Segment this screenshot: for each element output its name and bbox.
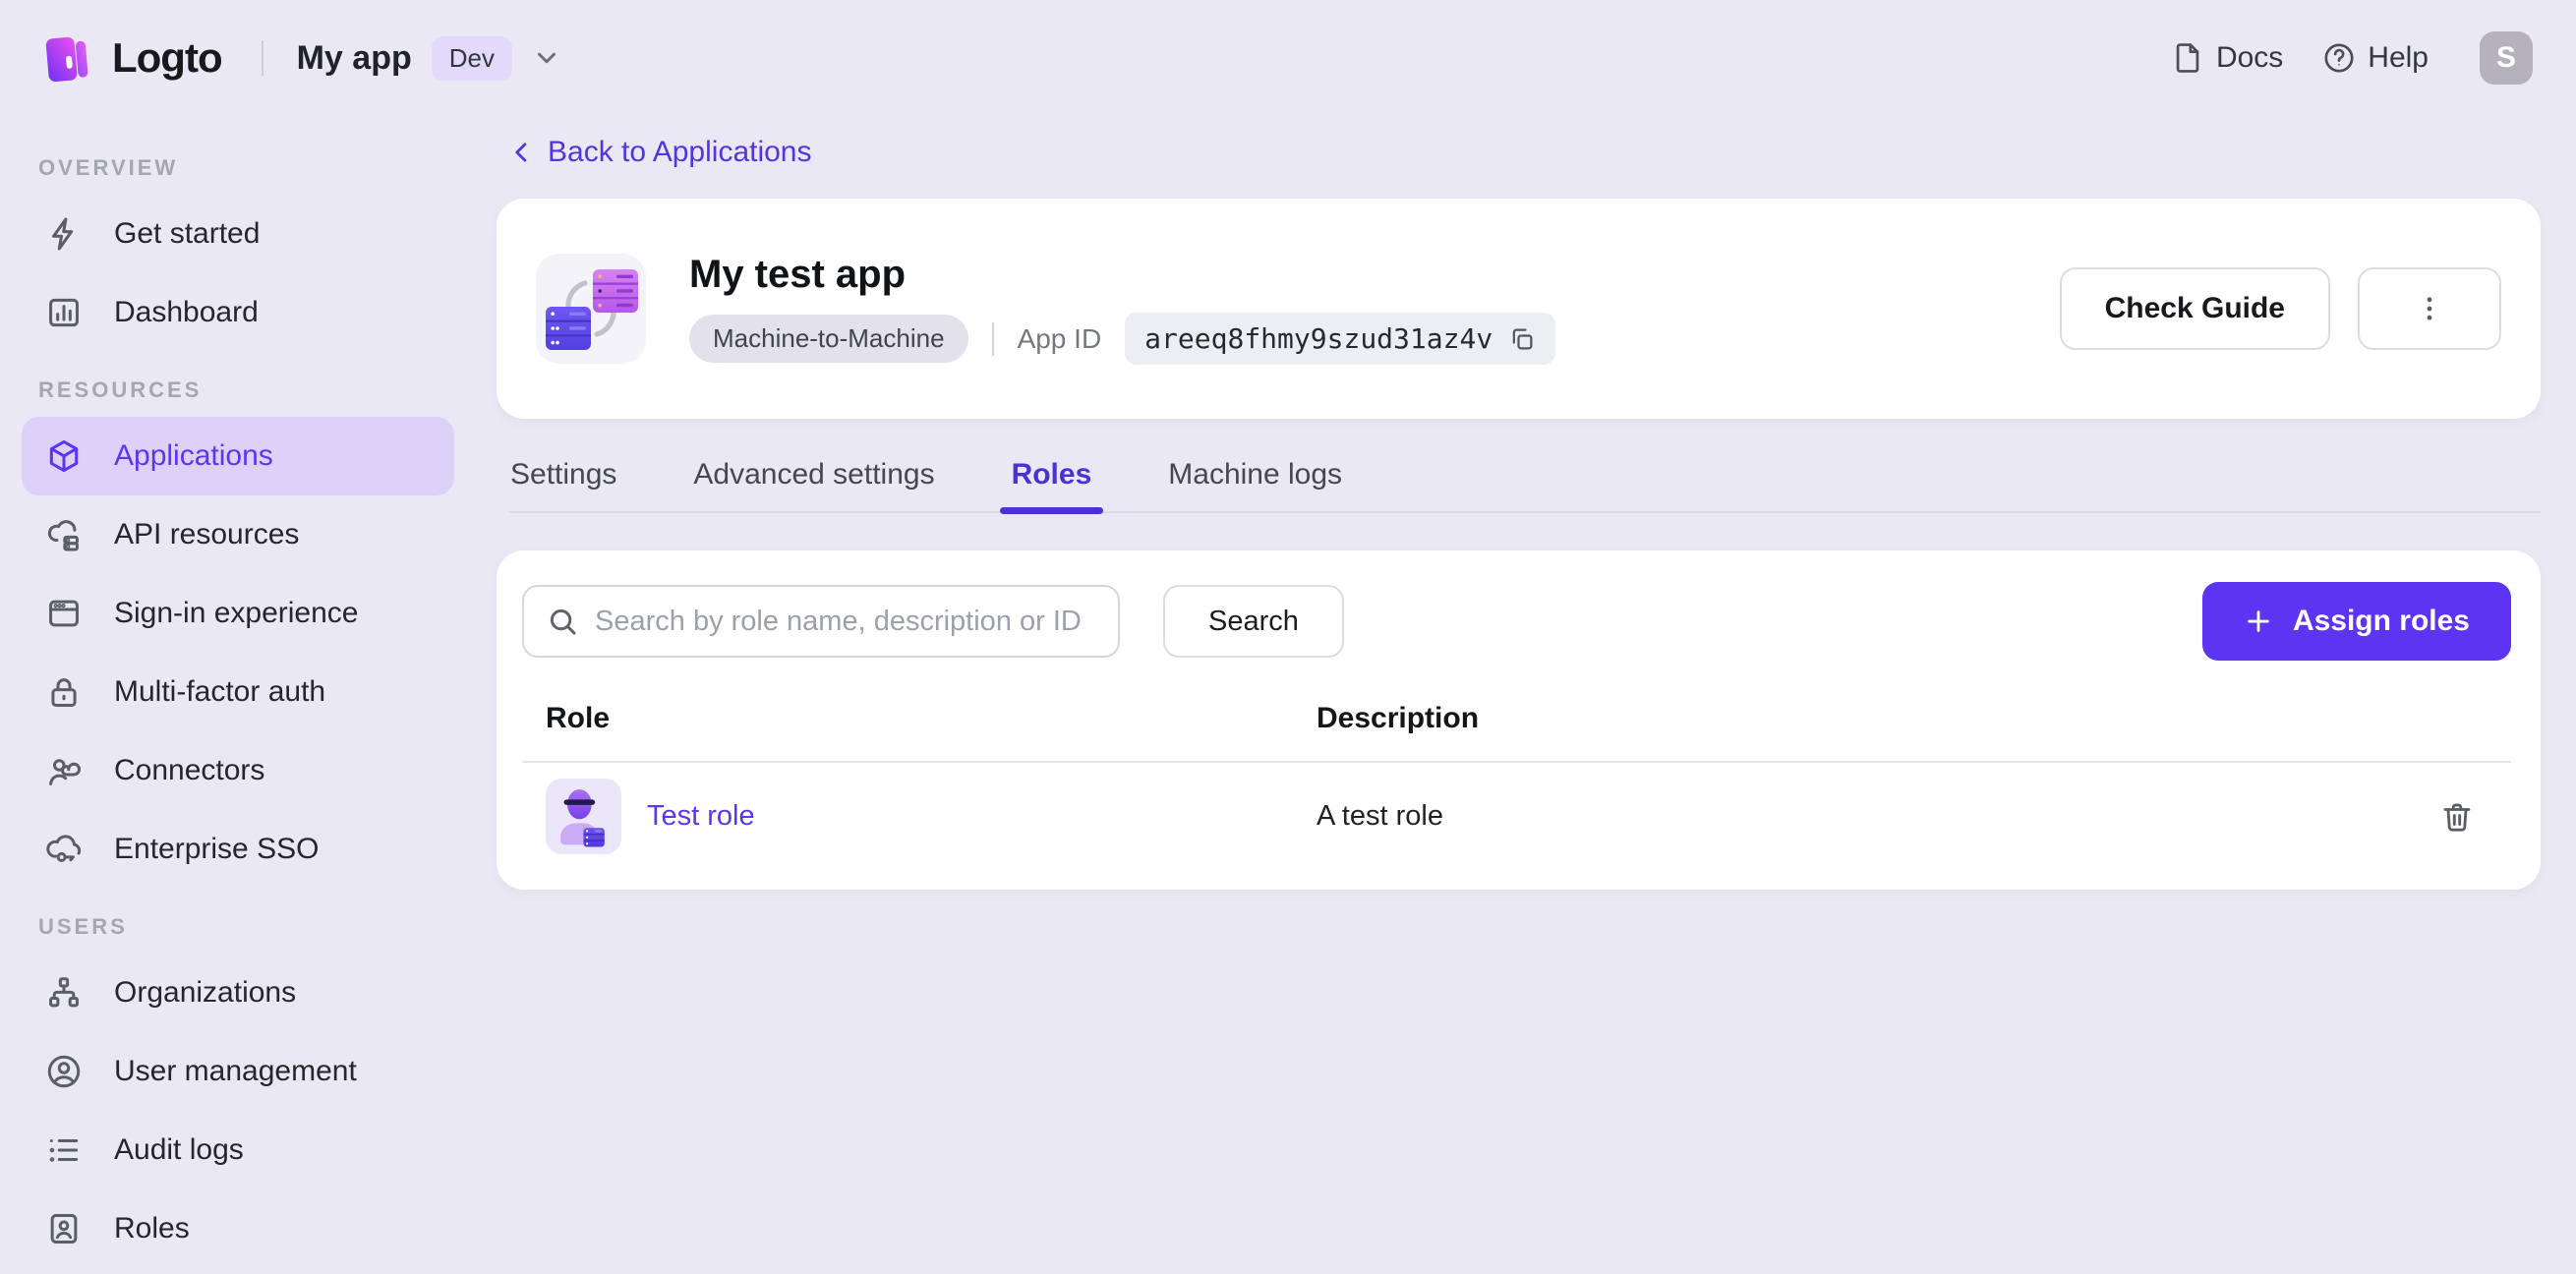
docs-label: Docs — [2215, 41, 2284, 74]
app-id-value: areeq8fhmy9szud31az4v — [1144, 322, 1493, 355]
app-type-badge: Machine-to-Machine — [689, 315, 968, 363]
sidebar-item-label: Sign-in experience — [114, 597, 359, 629]
meta-divider — [991, 321, 994, 356]
copy-icon[interactable] — [1508, 325, 1536, 353]
column-header-description: Description — [1317, 702, 1480, 734]
app-id-label: App ID — [1017, 322, 1102, 354]
back-link-label: Back to Applications — [548, 136, 812, 168]
person-cloud-icon — [45, 752, 83, 789]
lock-icon — [45, 673, 83, 711]
assign-roles-button[interactable]: Assign roles — [2201, 582, 2511, 661]
sidebar-item-audit-logs[interactable]: Audit logs — [22, 1111, 454, 1189]
sidebar-item-label: API resources — [114, 518, 300, 550]
brand-wordmark: Logto — [112, 34, 223, 81]
role-search-box[interactable] — [522, 585, 1120, 658]
app-id-pill[interactable]: areeq8fhmy9szud31az4v — [1125, 313, 1556, 365]
sidebar-item-get-started[interactable]: Get started — [22, 195, 454, 273]
chevron-left-icon — [508, 139, 536, 166]
sidebar-item-connectors[interactable]: Connectors — [22, 731, 454, 810]
cloud-key-icon — [45, 831, 83, 868]
tenant-app-switcher[interactable]: My app Dev — [296, 35, 561, 81]
role-description: A test role — [1317, 800, 1443, 832]
tab-roles[interactable]: Roles — [999, 458, 1103, 514]
user-circle-icon — [45, 1053, 83, 1090]
sidebar-item-multi-factor-auth[interactable]: Multi-factor auth — [22, 653, 454, 731]
role-avatar-icon — [546, 779, 621, 854]
kebab-menu-icon — [2413, 292, 2446, 325]
column-header-role: Role — [546, 702, 611, 734]
tab-machine-logs[interactable]: Machine logs — [1166, 458, 1344, 511]
user-avatar[interactable]: S — [2480, 31, 2533, 85]
tab-advanced-settings[interactable]: Advanced settings — [691, 458, 936, 511]
chevron-down-icon — [532, 43, 561, 73]
list-icon — [45, 1131, 83, 1169]
back-to-applications-link[interactable]: Back to Applications — [508, 136, 812, 169]
check-guide-button[interactable]: Check Guide — [2059, 267, 2330, 350]
env-badge: Dev — [431, 35, 512, 81]
sidebar-item-organizations[interactable]: Organizations — [22, 954, 454, 1032]
sidebar-section-users: USERS — [38, 914, 128, 939]
sidebar-item-label: Audit logs — [114, 1133, 244, 1166]
app-title: My test app — [689, 253, 907, 296]
sidebar-item-label: User management — [114, 1055, 357, 1087]
table-row: Test role A test role — [522, 763, 2511, 854]
sidebar-item-label: Get started — [114, 217, 261, 250]
document-icon — [2171, 41, 2204, 75]
sidebar-item-api-resources[interactable]: API resources — [22, 495, 454, 574]
bar-chart-icon — [45, 294, 83, 331]
machine-to-machine-app-icon — [536, 254, 646, 364]
search-icon — [546, 605, 579, 638]
sidebar-item-label: Dashboard — [114, 296, 259, 328]
org-chart-icon — [45, 974, 83, 1012]
browser-window-icon — [45, 595, 83, 632]
sidebar-section-overview: OVERVIEW — [38, 155, 179, 180]
current-app-name: My app — [296, 38, 412, 77]
role-name-link[interactable]: Test role — [647, 800, 755, 833]
cube-icon — [45, 437, 83, 475]
sidebar-item-label: Applications — [114, 439, 273, 472]
topbar-divider — [261, 40, 263, 76]
app-header-card: My test app Machine-to-Machine App ID ar… — [497, 199, 2541, 419]
docs-button[interactable]: Docs — [2171, 41, 2283, 75]
sidebar-item-label: Connectors — [114, 754, 265, 786]
logto-brand[interactable]: Logto — [39, 30, 223, 86]
help-button[interactable]: Help — [2322, 41, 2429, 75]
more-actions-button[interactable] — [2358, 267, 2501, 350]
plus-icon — [2244, 607, 2273, 636]
sidebar-item-user-management[interactable]: User management — [22, 1032, 454, 1111]
lightning-icon — [45, 215, 83, 253]
sidebar-item-label: Enterprise SSO — [114, 833, 320, 865]
sidebar-item-enterprise-sso[interactable]: Enterprise SSO — [22, 810, 454, 889]
roles-table-header: Role Description — [522, 702, 2511, 763]
topbar-right: Docs Help S — [2171, 31, 2533, 85]
assign-roles-label: Assign roles — [2292, 605, 2470, 637]
main-content: Back to Applications My test app Machine… — [476, 116, 2576, 1274]
help-label: Help — [2368, 41, 2429, 74]
logto-logo-icon — [39, 30, 94, 86]
sidebar-item-sign-in-experience[interactable]: Sign-in experience — [22, 574, 454, 653]
tab-settings[interactable]: Settings — [508, 458, 618, 511]
sidebar-item-label: Multi-factor auth — [114, 675, 326, 708]
roles-panel: Search Assign roles Role Description — [497, 550, 2541, 890]
role-search-input[interactable] — [595, 605, 1098, 638]
roles-table: Role Description Test role A test role — [522, 702, 2511, 854]
sidebar-section-resources: RESOURCES — [38, 377, 203, 402]
app-tabs: Settings Advanced settings Roles Machine… — [508, 458, 2541, 514]
sidebar-item-label: Organizations — [114, 976, 297, 1009]
search-button[interactable]: Search — [1163, 585, 1344, 658]
sidebar-item-label: Roles — [114, 1212, 190, 1245]
question-circle-icon — [2322, 41, 2356, 75]
sidebar-item-roles[interactable]: Roles — [22, 1189, 454, 1268]
sidebar-item-dashboard[interactable]: Dashboard — [22, 273, 454, 352]
id-card-icon — [45, 1210, 83, 1247]
top-bar: Logto My app Dev Docs Help S — [0, 0, 2576, 116]
sidebar-item-applications[interactable]: Applications — [22, 417, 454, 495]
sidebar: OVERVIEW Get started Dashboard RESOURCES… — [0, 116, 476, 1274]
cloud-server-icon — [45, 516, 83, 553]
trash-icon — [2439, 799, 2475, 835]
delete-role-button[interactable] — [2430, 790, 2484, 843]
